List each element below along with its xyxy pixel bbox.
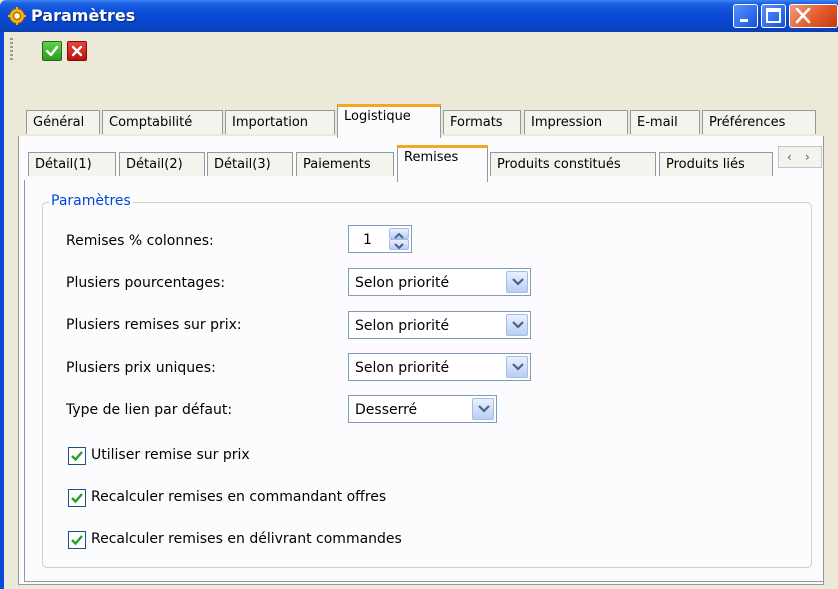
tab-label: Remises [404, 150, 459, 165]
dropdown-button[interactable] [506, 314, 528, 336]
tab-label: Préférences [709, 115, 786, 130]
chevron-down-icon [394, 243, 404, 250]
tab-label: E-mail [637, 115, 678, 130]
title-bar[interactable]: Paramètres [0, 0, 838, 32]
tab-detail-1[interactable]: Détail(1) [28, 152, 116, 176]
spinner-down-button[interactable] [389, 239, 409, 250]
maximize-icon [766, 8, 781, 23]
close-icon [795, 7, 811, 24]
cancel-button[interactable] [67, 41, 87, 61]
recalculer-offres-label[interactable]: Recalculer remises en commandant offres [91, 489, 386, 505]
groupbox-title: Paramètres [49, 193, 133, 209]
ok-button[interactable] [42, 41, 62, 61]
select-value: Selon priorité [355, 275, 450, 291]
tab-label: Formats [450, 115, 503, 130]
close-button[interactable] [789, 4, 838, 28]
select-value: Selon priorité [355, 318, 450, 334]
tab-preferences[interactable]: Préférences [702, 110, 816, 134]
checkmark-icon [71, 493, 83, 504]
chevron-down-icon [512, 278, 524, 286]
gear-icon [8, 7, 26, 25]
tab-impression[interactable]: Impression [524, 110, 628, 134]
tab-label: Impression [531, 115, 603, 130]
remises-colonnes-label: Remises % colonnes: [66, 233, 214, 249]
plusiers-prix-uniques-label: Plusiers prix uniques: [66, 360, 216, 376]
maximize-button[interactable] [761, 4, 786, 28]
plusiers-pourcentages-label: Plusiers pourcentages: [66, 275, 226, 291]
recalculer-commandes-label[interactable]: Recalculer remises en délivrant commande… [91, 531, 402, 547]
minimize-button[interactable] [733, 4, 758, 28]
chevron-down-icon [512, 321, 524, 329]
settings-window: Paramètres Général Comptabilité Importat… [0, 0, 838, 589]
tab-label: Détail(3) [214, 157, 271, 172]
type-lien-select[interactable]: Desserré [348, 395, 497, 423]
utiliser-remise-checkbox[interactable] [68, 447, 86, 465]
tab-logistique[interactable]: Logistique [337, 104, 441, 138]
minimize-icon [740, 19, 748, 22]
remises-colonnes-spinner[interactable]: 1 [348, 225, 412, 253]
tab-formats[interactable]: Formats [443, 110, 521, 134]
tab-label: Produits constitués [497, 157, 621, 172]
window-left-border [0, 32, 4, 589]
tab-label: Importation [232, 115, 309, 130]
tab-importation[interactable]: Importation [225, 110, 335, 134]
tab-label: Détail(2) [126, 157, 183, 172]
tab-label: Général [33, 115, 85, 130]
tab-scroll-left-button[interactable]: ‹ [787, 150, 792, 164]
select-value: Selon priorité [355, 360, 450, 376]
checkmark-icon [71, 451, 83, 462]
select-value: Desserré [355, 402, 418, 418]
type-lien-label: Type de lien par défaut: [66, 402, 233, 418]
chevron-down-icon [512, 363, 524, 371]
tab-scroll-right-button[interactable]: › [805, 150, 810, 164]
utiliser-remise-label[interactable]: Utiliser remise sur prix [91, 447, 250, 463]
recalculer-commandes-checkbox[interactable] [68, 531, 86, 549]
toolbar-grip[interactable] [10, 38, 13, 60]
x-icon [71, 45, 83, 57]
tab-comptabilite[interactable]: Comptabilité [102, 110, 223, 134]
spinner-buttons [389, 228, 409, 250]
tab-label: Détail(1) [35, 157, 92, 172]
tab-produits-constitues[interactable]: Produits constitués [490, 152, 656, 176]
plusiers-remises-select[interactable]: Selon priorité [348, 311, 531, 339]
tab-produits-lies[interactable]: Produits liés [659, 152, 773, 176]
tab-detail-3[interactable]: Détail(3) [207, 152, 293, 176]
tab-detail-2[interactable]: Détail(2) [119, 152, 205, 176]
tab-general[interactable]: Général [26, 110, 100, 134]
tab-email[interactable]: E-mail [630, 110, 700, 134]
plusiers-pourcentages-select[interactable]: Selon priorité [348, 268, 531, 296]
recalculer-offres-checkbox[interactable] [68, 489, 86, 507]
spinner-value[interactable]: 1 [363, 232, 372, 248]
toolbar [4, 32, 838, 68]
tab-label: Comptabilité [109, 115, 193, 130]
spinner-up-button[interactable] [389, 228, 409, 239]
plusiers-prix-uniques-select[interactable]: Selon priorité [348, 353, 531, 381]
tab-label: Logistique [344, 109, 411, 124]
tab-paiements[interactable]: Paiements [296, 152, 394, 176]
dropdown-button[interactable] [506, 356, 528, 378]
tab-label: Paiements [303, 157, 371, 172]
tab-label: Produits liés [666, 157, 745, 172]
window-title: Paramètres [31, 6, 136, 25]
tab-scroll-buttons: ‹ › [778, 146, 822, 168]
checkmark-icon [45, 45, 59, 57]
dropdown-button[interactable] [472, 398, 494, 420]
parametres-groupbox [42, 202, 812, 568]
plusiers-remises-label: Plusiers remises sur prix: [66, 317, 242, 333]
checkmark-icon [71, 535, 83, 546]
tab-remises[interactable]: Remises [397, 145, 488, 182]
dropdown-button[interactable] [506, 271, 528, 293]
chevron-down-icon [478, 405, 490, 413]
